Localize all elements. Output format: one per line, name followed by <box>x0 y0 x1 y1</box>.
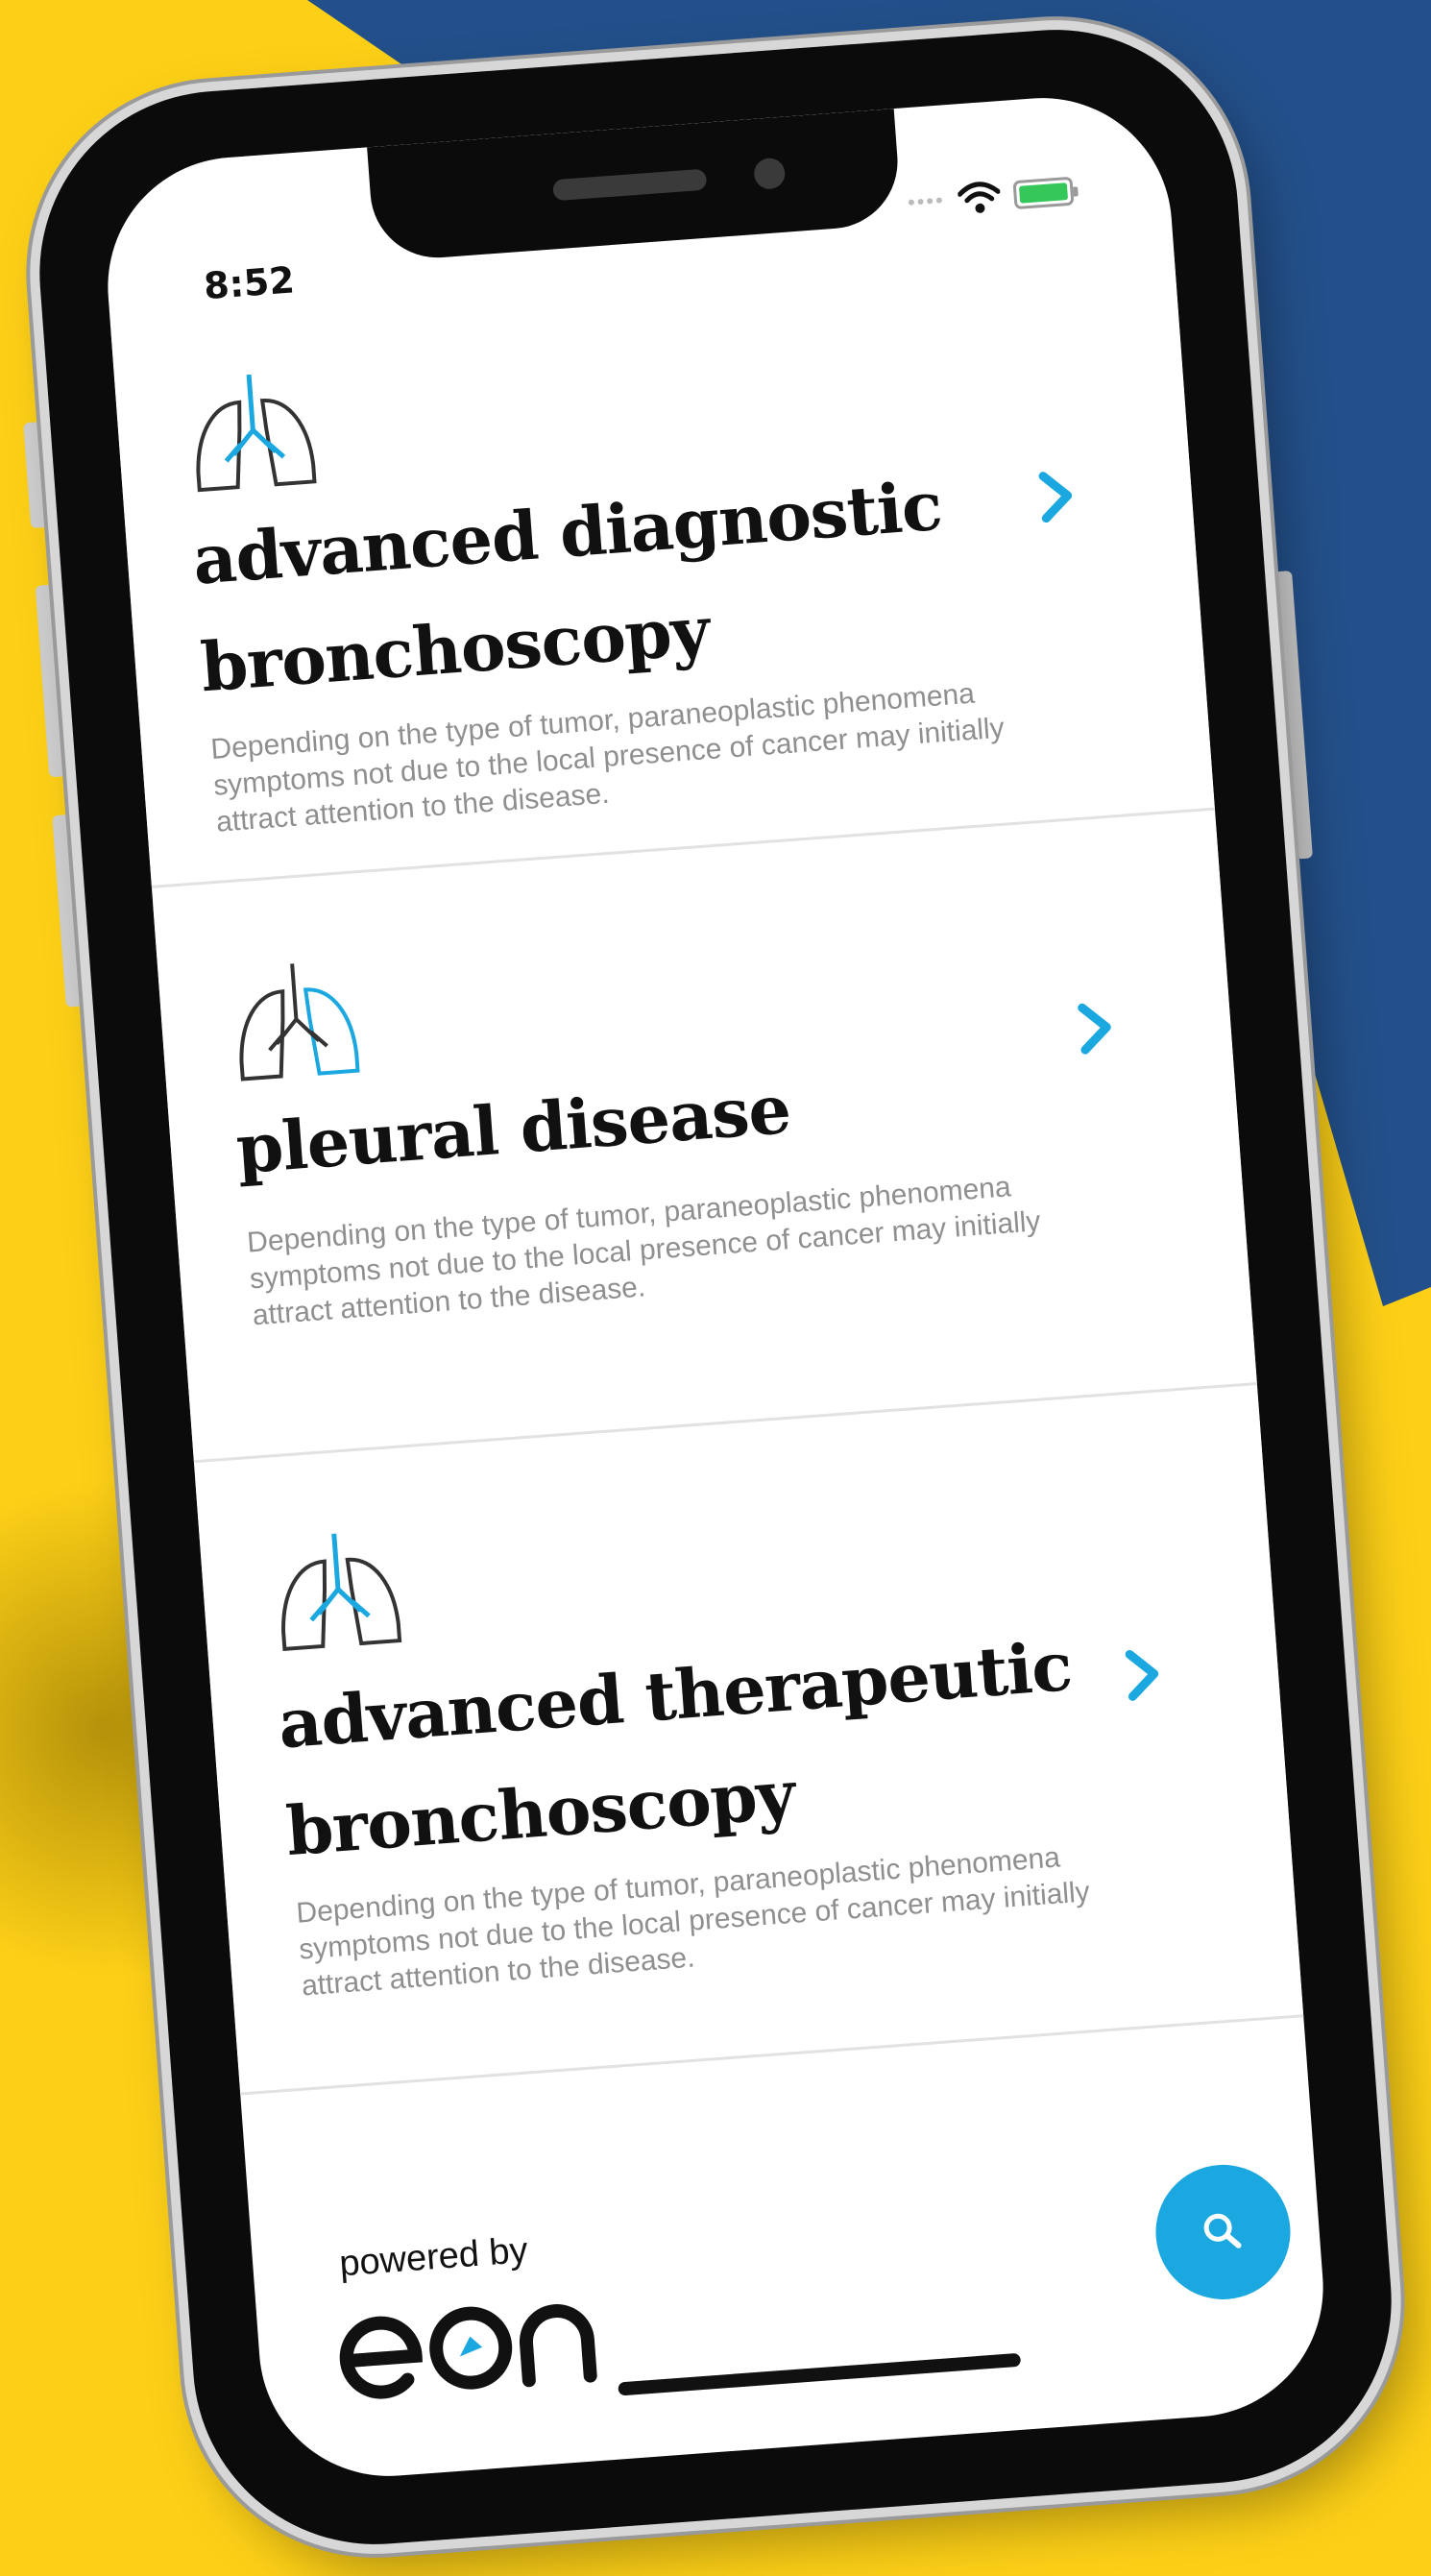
list-item-pleural-disease[interactable]: pleural disease Depending on the type of… <box>153 826 1257 1464</box>
search-button[interactable] <box>1151 2159 1296 2304</box>
battery-charging-icon <box>1012 176 1075 210</box>
wifi-icon <box>957 182 1001 213</box>
powered-by-label: powered by <box>337 2230 529 2285</box>
list-item-advanced-therapeutic-bronchoscopy[interactable]: advanced therapeutic bronchoscopy Depend… <box>195 1400 1304 2096</box>
chevron-right-icon[interactable] <box>1118 1644 1170 1706</box>
phone-mockup: 8:52 •••• advanced diagnostic bronchosco… <box>23 16 1405 2558</box>
front-camera <box>753 157 787 190</box>
chevron-right-icon[interactable] <box>1031 466 1083 527</box>
signal-icon: •••• <box>907 187 946 215</box>
speaker-grille <box>552 168 708 202</box>
lungs-trachea-icon <box>196 374 317 493</box>
status-time: 8:52 <box>202 258 297 308</box>
search-icon <box>1203 2213 1242 2248</box>
lungs-pleura-icon <box>239 963 360 1081</box>
app-screen: 8:52 •••• advanced diagnostic bronchosco… <box>98 88 1333 2486</box>
list-item-advanced-diagnostic-bronchoscopy[interactable]: advanced diagnostic bronchoscopy Dependi… <box>110 252 1216 888</box>
eon-logo: eon <box>339 2304 597 2399</box>
status-icons: •••• <box>907 175 1075 220</box>
side-button-silent <box>23 422 49 529</box>
side-button-volume-down <box>52 814 84 1008</box>
chevron-right-icon[interactable] <box>1070 998 1122 1059</box>
lungs-trachea-icon <box>281 1533 402 1652</box>
side-button-volume-up <box>35 584 67 778</box>
home-indicator[interactable] <box>618 2352 1022 2396</box>
